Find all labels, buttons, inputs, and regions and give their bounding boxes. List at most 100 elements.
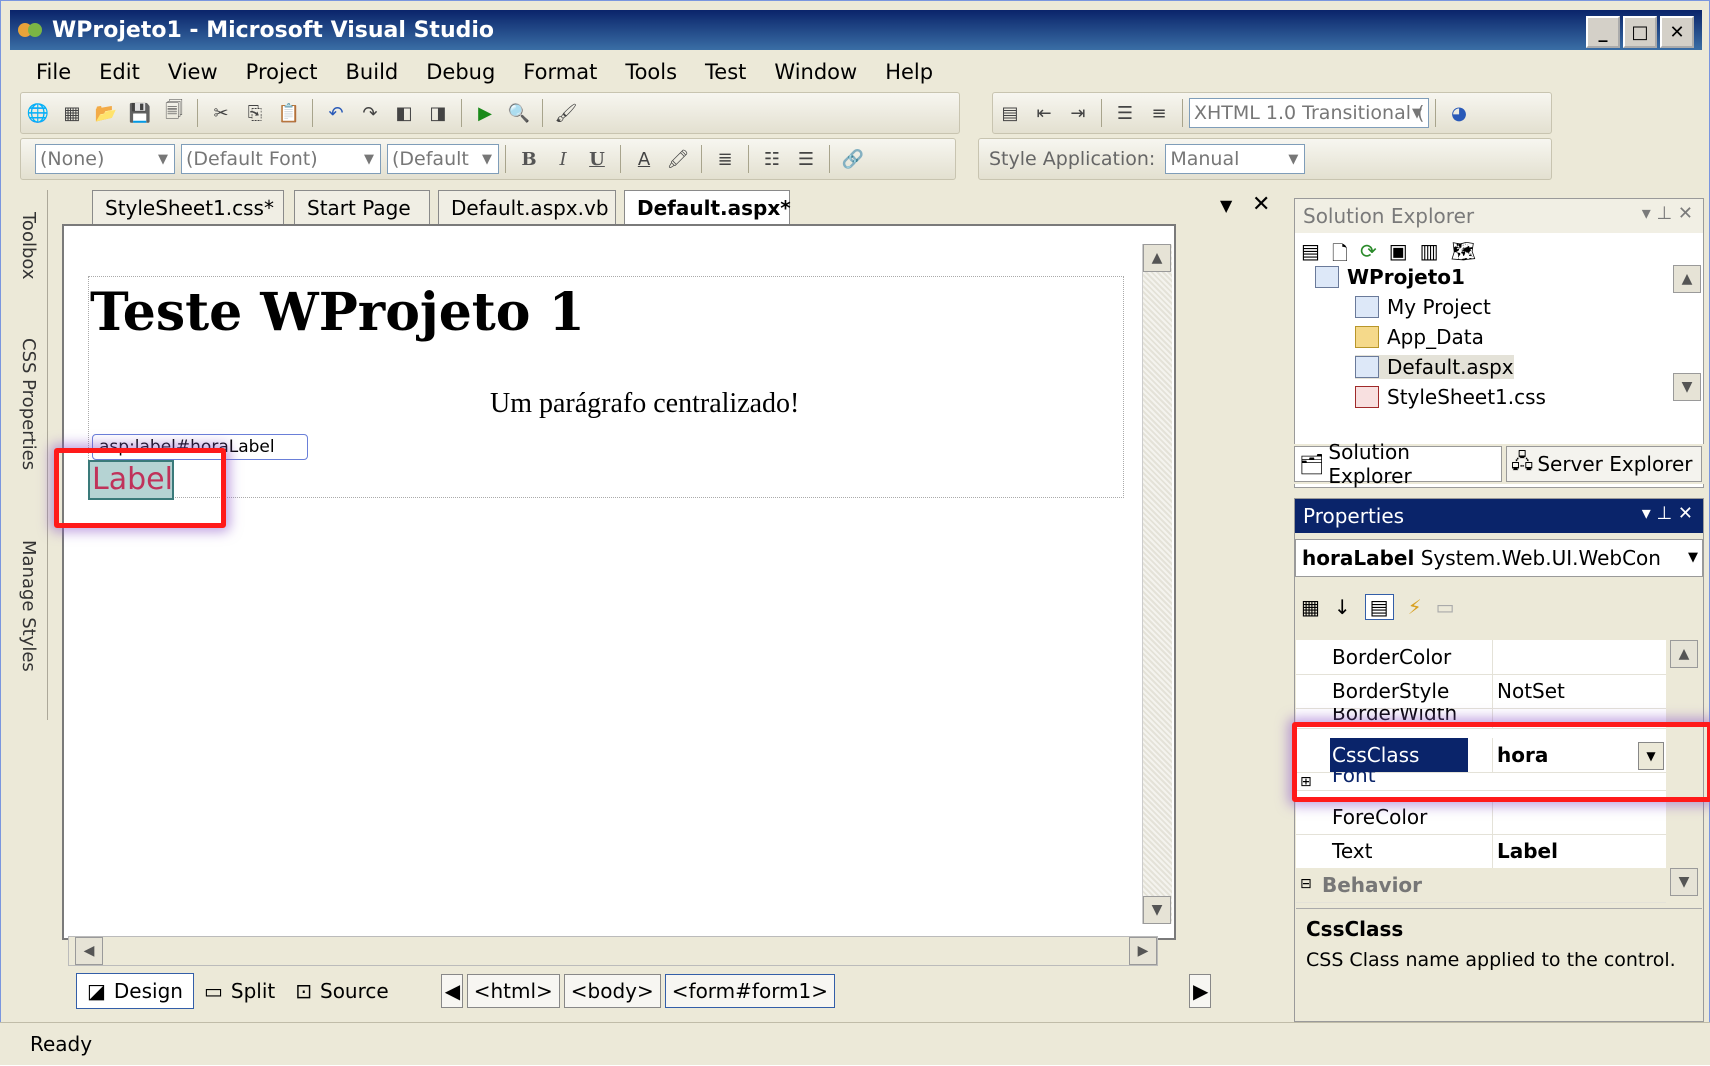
centered-paragraph[interactable]: Um parágrafo centralizado! bbox=[490, 388, 799, 420]
properties-view-icon[interactable]: ▤ bbox=[1364, 594, 1394, 620]
size-select[interactable]: (Default ▼ bbox=[387, 144, 499, 174]
panel-controls[interactable]: ▾ ⊥ ✕ bbox=[1642, 503, 1693, 524]
scroll-right-button[interactable]: ▶ bbox=[1129, 937, 1157, 965]
object-selector[interactable]: horaLabel System.Web.UI.WebCon ▼ bbox=[1295, 539, 1703, 577]
breadcrumb-body[interactable]: <body> bbox=[563, 974, 661, 1008]
add-item-icon[interactable]: ▦ bbox=[61, 102, 83, 124]
format-document-icon[interactable]: ☰ bbox=[1114, 102, 1136, 124]
check-accessibility-icon[interactable]: ◕ bbox=[1448, 102, 1470, 124]
justify-icon[interactable]: ≣ bbox=[714, 148, 736, 170]
numbered-list-icon[interactable]: ☰ bbox=[795, 148, 817, 170]
scroll-down-button[interactable]: ▼ bbox=[1143, 896, 1171, 924]
save-icon[interactable]: 💾 bbox=[129, 102, 151, 124]
scroll-left-button[interactable]: ◀ bbox=[75, 937, 103, 965]
design-view-button[interactable]: ◪ Design bbox=[76, 973, 194, 1009]
menu-help[interactable]: Help bbox=[871, 60, 947, 84]
split-view-button[interactable]: ▭ Split bbox=[194, 973, 285, 1009]
alphabetical-icon[interactable]: ↓ bbox=[1334, 595, 1351, 619]
tab-solution-explorer[interactable]: 🗂 Solution Explorer bbox=[1294, 440, 1502, 488]
find-icon[interactable]: 🔍 bbox=[508, 102, 530, 124]
foreground-color-icon[interactable]: A bbox=[633, 148, 655, 170]
hyperlink-icon[interactable]: 🔗 bbox=[842, 148, 864, 170]
side-tab-toolbox[interactable]: Toolbox bbox=[18, 212, 39, 280]
page-heading[interactable]: Teste WProjeto 1 bbox=[90, 282, 585, 343]
minimize-button[interactable]: _ bbox=[1586, 16, 1620, 48]
decrease-indent-icon[interactable]: ⇤ bbox=[1033, 102, 1055, 124]
tree-item-app-data[interactable]: App_Data bbox=[1355, 325, 1484, 349]
side-tab-manage-styles[interactable]: Manage Styles bbox=[18, 540, 39, 672]
menu-edit[interactable]: Edit bbox=[85, 60, 154, 84]
format-selection-icon[interactable]: ≡ bbox=[1148, 102, 1170, 124]
undo-icon[interactable]: ↶ bbox=[325, 102, 347, 124]
breadcrumb-scroll-left[interactable]: ◀ bbox=[440, 974, 463, 1008]
property-category-behavior[interactable]: ⊟ Behavior bbox=[1296, 868, 1666, 903]
increase-indent-icon[interactable]: ⇥ bbox=[1067, 102, 1089, 124]
tree-item-stylesheet[interactable]: StyleSheet1.css bbox=[1355, 385, 1546, 409]
property-row[interactable]: BorderStyle NotSet bbox=[1296, 674, 1666, 709]
paste-icon[interactable]: 📋 bbox=[278, 102, 300, 124]
tab-server-explorer[interactable]: 🖧 Server Explorer bbox=[1506, 446, 1702, 482]
editor-horizontal-scrollbar[interactable]: ◀ ▶ bbox=[68, 936, 1158, 966]
breadcrumb-html[interactable]: <html> bbox=[466, 974, 560, 1008]
bulleted-list-icon[interactable]: ☷ bbox=[761, 148, 783, 170]
underline-button[interactable]: U bbox=[586, 148, 608, 170]
menu-file[interactable]: File bbox=[22, 60, 85, 84]
property-value[interactable] bbox=[1492, 640, 1671, 674]
close-button[interactable]: ✕ bbox=[1660, 16, 1694, 48]
se-scroll-down-button[interactable]: ▼ bbox=[1673, 373, 1701, 401]
doctype-select[interactable]: XHTML 1.0 Transitional ( ▼ bbox=[1189, 98, 1429, 128]
scroll-up-button[interactable]: ▲ bbox=[1143, 244, 1171, 272]
property-value[interactable]: Label bbox=[1492, 834, 1671, 868]
breadcrumb-form[interactable]: <form#form1> bbox=[664, 974, 836, 1008]
breadcrumb-scroll-right[interactable]: ▶ bbox=[1189, 974, 1212, 1008]
tree-item-default-aspx[interactable]: Default.aspx bbox=[1355, 355, 1514, 379]
bold-button[interactable]: B bbox=[518, 148, 540, 170]
grid-scroll-up-button[interactable]: ▲ bbox=[1670, 640, 1698, 668]
property-row[interactable]: Text Label bbox=[1296, 834, 1666, 869]
background-color-icon[interactable]: 🖍 bbox=[667, 148, 690, 170]
panel-controls[interactable]: ▾ ⊥ ✕ bbox=[1642, 203, 1693, 224]
grid-scroll-down-button[interactable]: ▼ bbox=[1670, 868, 1698, 896]
property-value[interactable]: NotSet bbox=[1492, 674, 1671, 708]
toolbox-icon[interactable]: 🖌 bbox=[555, 102, 578, 124]
tab-default-aspx-vb[interactable]: Default.aspx.vb bbox=[438, 190, 616, 224]
se-scroll-up-button[interactable]: ▲ bbox=[1673, 265, 1701, 293]
categorized-icon[interactable]: ▦ bbox=[1301, 595, 1320, 619]
menu-tools[interactable]: Tools bbox=[611, 60, 691, 84]
tree-item-project[interactable]: WProjeto1 bbox=[1315, 265, 1465, 289]
tab-default-aspx[interactable]: Default.aspx* bbox=[624, 190, 791, 224]
navigate-forward-icon[interactable]: ◨ bbox=[427, 102, 449, 124]
maximize-button[interactable]: □ bbox=[1623, 16, 1657, 48]
menu-debug[interactable]: Debug bbox=[412, 60, 509, 84]
redo-icon[interactable]: ↷ bbox=[359, 102, 381, 124]
menu-test[interactable]: Test bbox=[691, 60, 760, 84]
tab-stylesheet[interactable]: StyleSheet1.css* bbox=[92, 190, 284, 224]
collapse-icon[interactable]: ⊟ bbox=[1300, 876, 1312, 892]
tree-item-my-project[interactable]: My Project bbox=[1355, 295, 1491, 319]
italic-button[interactable]: I bbox=[552, 148, 574, 170]
menu-window[interactable]: Window bbox=[760, 60, 871, 84]
copy-icon[interactable]: ⎘ bbox=[244, 102, 266, 124]
save-all-icon[interactable]: 🗐 bbox=[163, 100, 185, 124]
open-icon[interactable]: 📂 bbox=[95, 102, 117, 124]
menu-build[interactable]: Build bbox=[332, 60, 413, 84]
cut-icon[interactable]: ✂ bbox=[210, 102, 232, 124]
start-debugging-icon[interactable]: ▶ bbox=[474, 102, 496, 124]
property-pages-icon[interactable]: ▭ bbox=[1436, 595, 1455, 619]
property-row[interactable]: BorderColor bbox=[1296, 640, 1666, 675]
font-select[interactable]: (Default Font) ▼ bbox=[181, 144, 381, 174]
property-value[interactable] bbox=[1492, 800, 1671, 834]
menu-project[interactable]: Project bbox=[232, 60, 332, 84]
block-format-select[interactable]: (None) ▼ bbox=[35, 144, 175, 174]
page-icon[interactable]: ▤ bbox=[999, 102, 1021, 124]
style-application-select[interactable]: Manual ▼ bbox=[1165, 144, 1306, 174]
navigate-backward-icon[interactable]: ◧ bbox=[393, 102, 415, 124]
close-document-icon[interactable]: ✕ bbox=[1252, 192, 1270, 217]
side-tab-css-properties[interactable]: CSS Properties bbox=[18, 338, 39, 470]
editor-vertical-scrollbar[interactable]: ▲ ▼ bbox=[1142, 244, 1172, 924]
source-view-button[interactable]: ⊡ Source bbox=[285, 973, 398, 1009]
property-row[interactable]: ForeColor bbox=[1296, 800, 1666, 835]
tab-start-page[interactable]: Start Page bbox=[294, 190, 430, 224]
events-icon[interactable]: ⚡ bbox=[1408, 595, 1422, 619]
tab-list-dropdown-icon[interactable]: ▼ bbox=[1220, 196, 1232, 215]
